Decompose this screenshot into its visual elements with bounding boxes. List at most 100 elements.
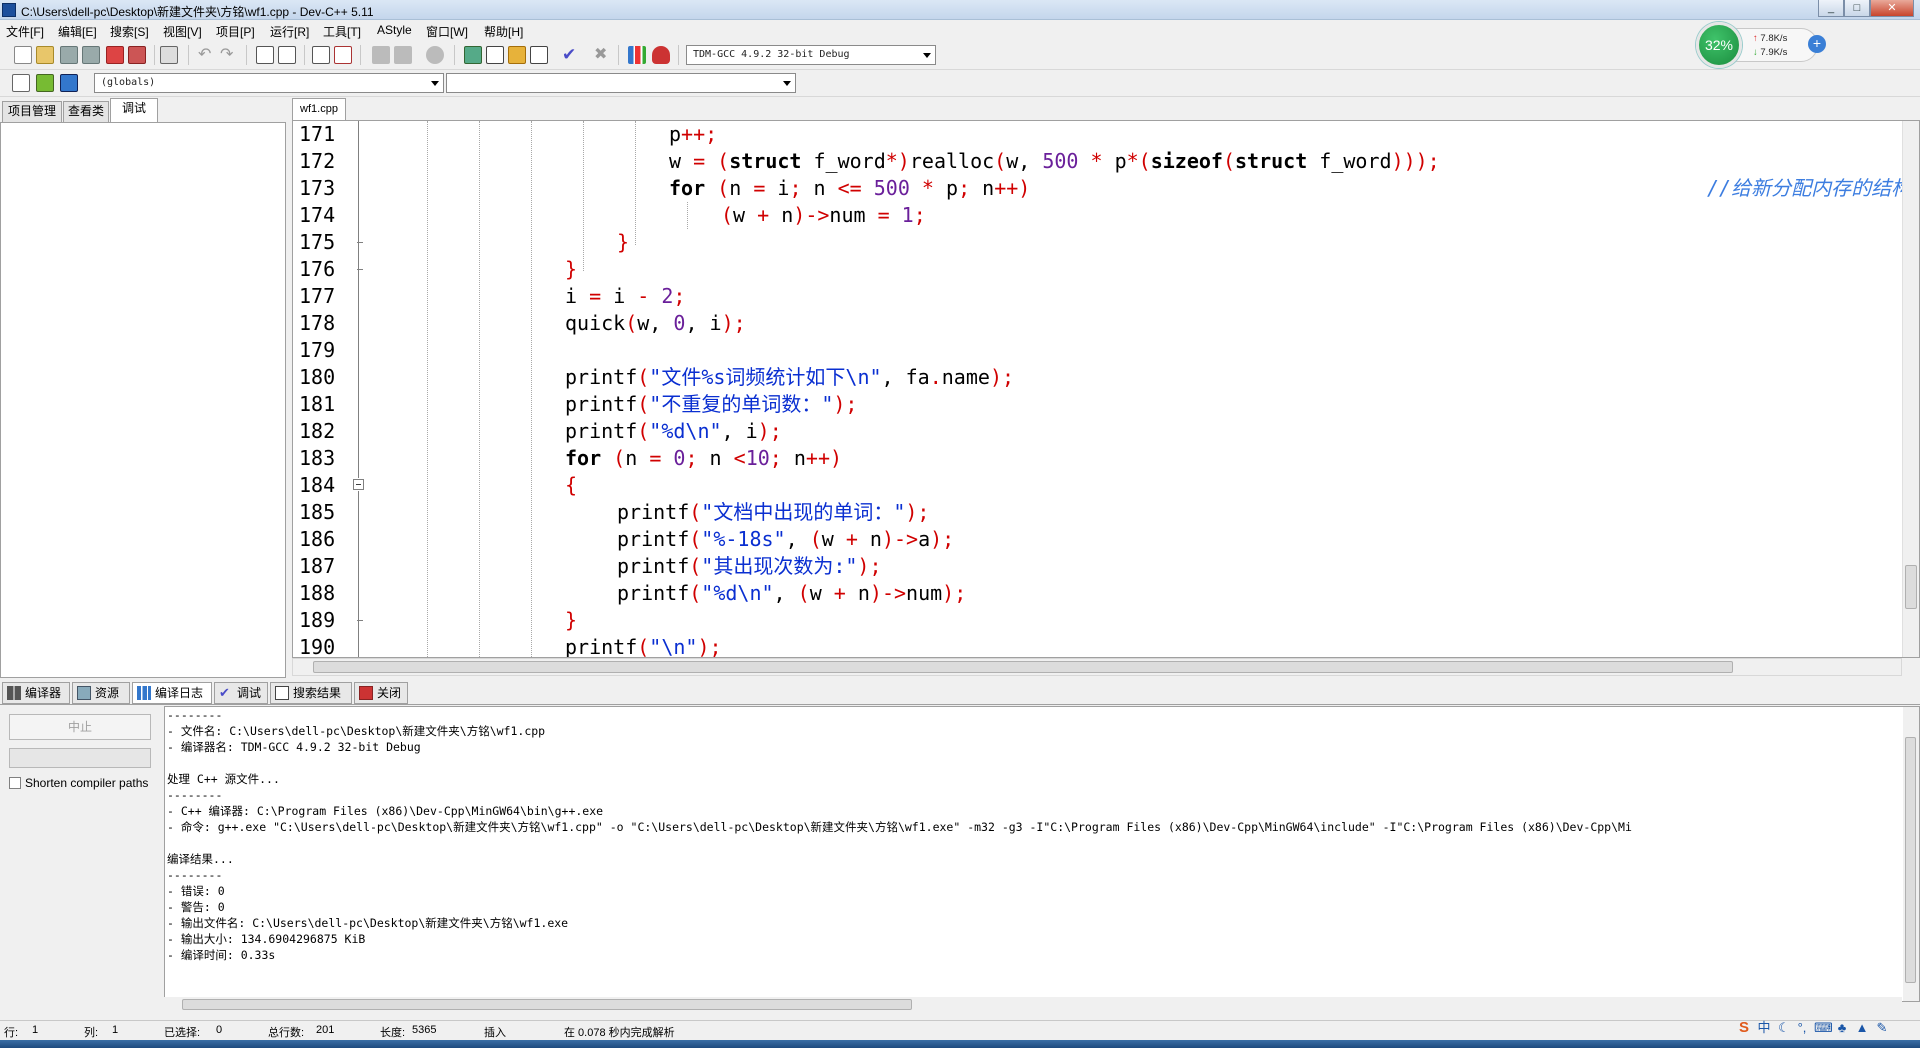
menu-search[interactable]: 搜索[S]: [110, 23, 149, 40]
open-file-icon[interactable]: [36, 46, 54, 64]
unindent-icon[interactable]: [334, 46, 352, 64]
print-icon[interactable]: [160, 46, 178, 64]
toolbar-separator: [454, 45, 455, 65]
punctuation-icon[interactable]: °,: [1794, 1020, 1810, 1036]
code-line-184: {: [565, 473, 578, 497]
total-lines-label: 总行数:: [268, 1027, 305, 1039]
tab-debug-output[interactable]: ✔ 调试: [214, 682, 268, 704]
wrench-icon[interactable]: ✎: [1874, 1020, 1890, 1036]
scrollbar-thumb[interactable]: [313, 661, 1733, 673]
maximize-button[interactable]: □: [1844, 0, 1870, 17]
redo-icon[interactable]: ↷: [220, 46, 238, 64]
editor-vertical-scrollbar[interactable]: [1902, 121, 1919, 657]
line-number: 188: [299, 581, 336, 605]
stop-execution-icon[interactable]: ✖: [594, 46, 612, 64]
save-all-icon[interactable]: [82, 46, 100, 64]
goto-definition-icon[interactable]: [60, 74, 78, 92]
code-line-182: printf("%d\n", i);: [565, 419, 782, 443]
tab-compiler[interactable]: 编译器: [2, 682, 70, 704]
tab-debug[interactable]: 调试: [110, 98, 158, 122]
tab-close-panel[interactable]: 关闭: [354, 682, 408, 704]
code-area[interactable]: p++; w = (struct f_word*)realloc(w, 500 …: [377, 121, 1919, 657]
tab-search-results[interactable]: 搜索结果: [270, 682, 352, 704]
compile-icon[interactable]: [464, 46, 482, 64]
toggle-bookmark-icon[interactable]: [372, 46, 390, 64]
stop-compile-button[interactable]: 中止: [9, 714, 151, 740]
skin-icon[interactable]: ♣: [1834, 1020, 1850, 1036]
close-window-button[interactable]: ✕: [1870, 0, 1914, 17]
devcpp-app-icon: [2, 3, 16, 17]
syntax-check-icon[interactable]: ✔: [562, 46, 580, 64]
scrollbar-thumb[interactable]: [182, 999, 912, 1010]
find-icon[interactable]: [256, 46, 274, 64]
indent-icon[interactable]: [312, 46, 330, 64]
editor-horizontal-scrollbar[interactable]: [292, 658, 1902, 676]
run-icon[interactable]: [486, 46, 504, 64]
moon-icon[interactable]: ☾: [1776, 1020, 1792, 1036]
col-value: 1: [112, 1024, 119, 1036]
log-horizontal-scrollbar[interactable]: [164, 997, 1902, 1013]
insert-icon[interactable]: [12, 74, 30, 92]
code-line-185: printf("文档中出现的单词：");: [617, 500, 930, 524]
shorten-paths-checkbox[interactable]: Shorten compiler paths: [9, 776, 148, 790]
tab-resources[interactable]: 资源: [72, 682, 130, 704]
undo-icon[interactable]: ↶: [198, 46, 216, 64]
fold-collapse-icon[interactable]: [353, 479, 364, 490]
goto-bookmark-icon[interactable]: [394, 46, 412, 64]
symbol-select[interactable]: [446, 73, 796, 93]
file-tab-wf1[interactable]: wf1.cpp: [292, 98, 346, 120]
replace-icon[interactable]: [278, 46, 296, 64]
tab-compile-log[interactable]: 编译日志: [132, 682, 212, 704]
network-monitor-widget[interactable]: ↑ 7.8K/s ↓ 7.9K/s 32% +: [1696, 22, 1826, 68]
compile-run-icon[interactable]: [508, 46, 526, 64]
fold-line: [358, 243, 359, 270]
log-vertical-scrollbar[interactable]: [1903, 707, 1919, 1001]
lang-indicator[interactable]: 中: [1756, 1020, 1772, 1036]
close-file-icon[interactable]: [106, 46, 124, 64]
fold-line: [358, 621, 359, 657]
shirt-icon[interactable]: ▲: [1854, 1020, 1870, 1036]
resource-icon: [77, 686, 91, 700]
title-bar: C:\Users\dell-pc\Desktop\新建文件夹\方铭\wf1.cp…: [0, 0, 1920, 20]
line-number: 177: [299, 284, 336, 308]
line-number: 172: [299, 149, 336, 173]
sogou-ime-icon[interactable]: S: [1736, 1020, 1752, 1036]
goto-line-icon[interactable]: [426, 46, 444, 64]
debug-icon[interactable]: [652, 46, 670, 64]
menu-help[interactable]: 帮助[H]: [484, 23, 523, 40]
line-number: 187: [299, 554, 336, 578]
scrollbar-thumb[interactable]: [1905, 737, 1916, 983]
compile-log-output[interactable]: -------- - 文件名: C:\Users\dell-pc\Desktop…: [164, 706, 1920, 1002]
keyboard-icon[interactable]: ⌨: [1814, 1020, 1833, 1036]
save-icon[interactable]: [60, 46, 78, 64]
rebuild-all-icon[interactable]: [530, 46, 548, 64]
line-number: 183: [299, 446, 336, 470]
code-line-186: printf("%-18s", (w + n)->a);: [617, 527, 955, 551]
tab-classes[interactable]: 查看类: [63, 101, 109, 122]
menu-view[interactable]: 视图[V]: [163, 23, 202, 40]
grid-icon: [7, 686, 21, 700]
scope-select[interactable]: (globals): [94, 73, 444, 93]
new-file-icon[interactable]: [14, 46, 32, 64]
menu-run[interactable]: 运行[R]: [270, 23, 309, 40]
profile-icon[interactable]: [628, 46, 646, 64]
code-editor[interactable]: 171 172 173 174 175 176 177 178 179 180 …: [292, 120, 1920, 658]
log-line: --------: [167, 708, 223, 722]
goto-declaration-icon[interactable]: [36, 74, 54, 92]
log-line: - 输出文件名: C:\Users\dell-pc\Desktop\新建文件夹\…: [167, 916, 569, 930]
compiler-select[interactable]: TDM-GCC 4.9.2 32-bit Debug: [686, 45, 936, 65]
scrollbar-thumb[interactable]: [1905, 565, 1917, 609]
length-value: 5365: [412, 1024, 437, 1036]
toolbar-separator: [678, 45, 679, 65]
tab-project[interactable]: 项目管理: [2, 101, 62, 122]
menu-astyle[interactable]: AStyle: [377, 23, 412, 37]
close-all-icon[interactable]: [128, 46, 146, 64]
minimize-button[interactable]: _: [1818, 0, 1844, 17]
plus-icon[interactable]: +: [1808, 35, 1826, 53]
menu-window[interactable]: 窗口[W]: [426, 23, 468, 40]
menu-tools[interactable]: 工具[T]: [323, 23, 361, 40]
checkbox-box[interactable]: [9, 777, 21, 789]
menu-edit[interactable]: 编辑[E]: [58, 23, 97, 40]
menu-project[interactable]: 项目[P]: [216, 23, 255, 40]
menu-file[interactable]: 文件[F]: [6, 23, 44, 40]
